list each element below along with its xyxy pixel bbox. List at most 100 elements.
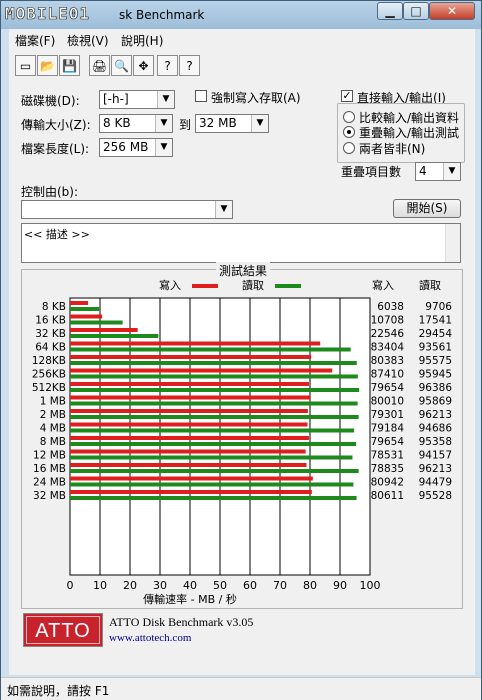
queue-depth-label: 重疊項目數 — [341, 165, 402, 179]
write-value-label: 80010 — [371, 396, 404, 408]
read-value-label: 93561 — [419, 342, 452, 354]
read-bar — [70, 388, 360, 392]
force-write-label: 強制寫入存取(A) — [211, 91, 301, 105]
read-value-label: 94686 — [419, 423, 453, 435]
read-value-label: 94157 — [419, 450, 452, 462]
read-value-label: 96386 — [419, 382, 453, 394]
category-label: 8 MB — [40, 436, 66, 448]
write-value-label: 78531 — [371, 450, 404, 462]
read-value-label: 95575 — [419, 355, 452, 367]
move-icon[interactable]: ✥ — [133, 55, 154, 76]
read-bar — [70, 482, 354, 487]
x-tick-label: 50 — [213, 579, 227, 592]
read-value-label: 95358 — [419, 436, 452, 448]
x-tick-label: 100 — [360, 579, 381, 592]
chevron-down-icon: ▼ — [251, 115, 268, 132]
size-to-select[interactable]: 32 MB ▼ — [195, 114, 269, 133]
read-legend-label: 讀取 — [242, 278, 264, 292]
radio-neither-label: 兩者皆非(N) — [359, 142, 426, 156]
write-value-label: 79184 — [371, 423, 405, 435]
watermark-logo: MOBILE01 — [5, 4, 91, 24]
transfer-rate-chart: 寫入 讀取 寫入 讀取 傳輸速率 - MB / 秒 0 10 20 30 40 50 60 7… — [32, 278, 453, 606]
write-bar — [70, 395, 311, 400]
read-bar — [70, 320, 123, 325]
queue-depth-select[interactable]: 4 ▼ — [415, 162, 461, 181]
write-value-label: 78835 — [371, 463, 404, 475]
x-tick-label: 40 — [183, 579, 197, 592]
open-folder-icon[interactable]: 📂 — [37, 55, 58, 76]
menu-file[interactable]: 檔案(F) — [15, 32, 55, 49]
file-length-label: 檔案長度(L): — [21, 142, 90, 156]
x-tick-label: 10 — [93, 579, 107, 592]
direct-io-checkbox[interactable]: ✓ — [341, 90, 353, 102]
drive-select[interactable]: [-h-] ▼ — [99, 90, 175, 109]
save-icon[interactable]: 💾 — [59, 55, 80, 76]
controlled-by-select[interactable]: ▼ — [21, 200, 233, 219]
read-bar — [70, 347, 351, 352]
description-scrollbar[interactable] — [445, 224, 460, 262]
website-link[interactable]: www.attotech.com — [109, 632, 191, 644]
write-value-label: 6038 — [377, 301, 404, 313]
write-value-label: 79654 — [371, 436, 405, 448]
print-icon[interactable]: 🖨 — [89, 55, 110, 76]
write-value-label: 83404 — [371, 342, 405, 354]
x-axis-label: 傳輸速率 - MB / 秒 — [143, 592, 237, 606]
app-window: MOBILE01 sk Benchmark ▁ □ ✕ 檔案(F) 檢視(V) … — [0, 0, 482, 700]
radio-overlapped-io[interactable] — [343, 126, 355, 138]
radio-neither[interactable] — [343, 142, 355, 154]
help-icon[interactable]: ? — [157, 55, 178, 76]
read-bar — [70, 455, 353, 460]
force-write-checkbox[interactable] — [195, 90, 207, 102]
x-tick-label: 0 — [67, 579, 74, 592]
write-value-label: 80611 — [371, 490, 404, 502]
read-value-label: 9706 — [425, 301, 452, 313]
write-bar — [70, 314, 103, 319]
category-label: 256KB — [32, 369, 66, 381]
write-bar — [70, 436, 309, 440]
radio-compare-io[interactable] — [343, 111, 355, 123]
write-value-label: 87410 — [371, 369, 404, 381]
new-document-icon[interactable]: ▭ — [15, 55, 36, 76]
x-tick-label: 80 — [303, 579, 317, 592]
category-label: 1 MB — [40, 396, 66, 408]
maximize-button[interactable]: □ — [403, 2, 429, 20]
write-value-label: 79654 — [371, 382, 405, 394]
x-tick-label: 30 — [153, 579, 167, 592]
category-label: 128KB — [32, 355, 66, 367]
category-label: 32 KB — [35, 328, 66, 340]
chevron-down-icon: ▼ — [155, 115, 172, 132]
write-value-label: 22546 — [371, 328, 405, 340]
category-label: 512KB — [32, 382, 66, 394]
category-label: 12 MB — [33, 450, 66, 462]
read-bar — [70, 428, 355, 433]
write-bar — [70, 409, 308, 413]
write-bar — [70, 463, 307, 467]
status-bar: 如需說明，請按 F1 — [1, 677, 481, 700]
read-value-label: 96213 — [419, 409, 452, 421]
menu-view[interactable]: 檢視(V) — [67, 32, 109, 49]
write-value-label: 80942 — [371, 477, 404, 489]
description-box[interactable]: << 描述 >> — [21, 223, 461, 263]
close-button[interactable]: ✕ — [429, 2, 475, 20]
write-bar — [70, 328, 138, 332]
drive-label: 磁碟機(D): — [21, 94, 80, 108]
read-bar — [70, 401, 358, 406]
chevron-down-icon: ▼ — [155, 139, 172, 156]
read-value-label: 17541 — [419, 315, 452, 327]
write-legend-swatch — [192, 284, 218, 288]
menu-help[interactable]: 說明(H) — [121, 32, 163, 49]
start-button[interactable]: 開始(S) — [393, 199, 461, 218]
print-preview-icon[interactable]: 🔍 — [111, 55, 132, 76]
read-value-label: 96213 — [419, 463, 452, 475]
read-bar — [70, 374, 358, 379]
read-column-header: 讀取 — [419, 278, 441, 292]
read-bar — [70, 442, 357, 446]
context-help-icon[interactable]: ? — [179, 55, 200, 76]
write-bar — [70, 355, 312, 359]
size-from-select[interactable]: 8 KB ▼ — [99, 114, 173, 133]
window-title: sk Benchmark — [119, 8, 205, 22]
minimize-button[interactable]: ▁ — [377, 2, 403, 20]
write-value-label: 79301 — [371, 409, 404, 421]
title-bar[interactable]: MOBILE01 sk Benchmark ▁ □ ✕ — [1, 1, 481, 29]
file-length-select[interactable]: 256 MB ▼ — [99, 138, 173, 157]
